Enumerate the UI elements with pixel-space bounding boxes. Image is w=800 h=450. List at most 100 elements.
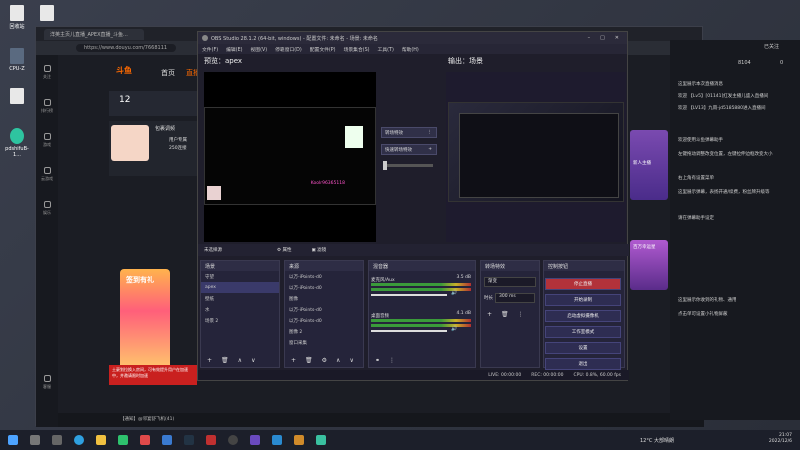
trash-icon[interactable]: 🗑 [501,311,509,318]
source-item[interactable]: 以万-iPoints-d0 [285,315,363,326]
event-banner[interactable]: 新人主播 [630,130,668,200]
app-icon[interactable] [162,435,172,445]
menu-docks[interactable]: 停靠窗口(D) [275,46,302,53]
windows-start-icon[interactable] [8,435,18,445]
edge-icon[interactable] [74,435,84,445]
scene-item[interactable]: apex [201,282,279,293]
source-item[interactable]: 以万-iPoints-d0 [285,304,363,315]
add-icon[interactable]: + [207,357,212,364]
folder-icon[interactable] [96,435,106,445]
move-up-icon[interactable]: ∧ [336,357,340,364]
promo-banner[interactable]: 签到有礼 [120,269,170,374]
weather-widget[interactable]: 12°C 大部晴朗 [640,437,674,444]
virtual-camera-button[interactable]: 启动虚拟摄像机 [545,310,621,322]
volume-slider[interactable] [371,294,447,296]
wechat-icon[interactable] [118,435,128,445]
desktop-icon-cpuz[interactable]: CPU-Z [2,48,32,72]
program-screenshot [448,102,624,202]
gear-icon[interactable]: ⚙ [322,357,327,364]
preview-canvas[interactable]: Koolr96365118 [204,72,376,242]
menu-view[interactable]: 视图(V) [250,46,267,53]
transition-button[interactable]: 转场特效 ⋮ [381,127,437,138]
address-input[interactable]: https://www.douyu.com/7668111 [76,44,176,52]
desktop-icon-file[interactable] [32,5,62,23]
settings-button[interactable]: 设置 [545,342,621,354]
link-icon[interactable]: ⚭ [375,357,380,364]
app-icon [10,128,24,144]
avatar[interactable] [111,125,149,161]
trash-icon[interactable]: 🗑 [305,357,313,364]
sidebar-item-follow[interactable]: 关注 [36,55,58,89]
properties-button[interactable]: ⚙ 属性 [277,247,291,253]
menu-file[interactable]: 文件(F) [202,46,218,53]
quick-transition-button[interactable]: 快速转场特效 + [381,144,437,155]
transition-slider[interactable] [383,161,433,170]
menu-tools[interactable]: 工具(T) [378,46,394,53]
event-banner[interactable]: 百万幸运星 [630,240,668,290]
app-icon[interactable] [272,435,282,445]
menu-help[interactable]: 帮助(H) [402,46,419,53]
move-down-icon[interactable]: ∨ [349,357,353,364]
game-icon[interactable] [206,435,216,445]
maximize-icon[interactable]: □ [600,35,605,41]
close-icon[interactable]: ✕ [615,35,619,41]
filters-button[interactable]: ▣ 滤镜 [311,247,326,253]
menu-edit[interactable]: 编辑(E) [226,46,242,53]
search-icon[interactable] [30,435,40,445]
source-item[interactable]: 以万-iPoints-d0 [285,282,363,293]
transition-select[interactable]: 渐变 [484,277,536,287]
sidebar-item-entertainment[interactable]: 娱乐 [36,191,58,225]
add-icon[interactable]: + [291,357,296,364]
scene-item[interactable]: 场景 2 [201,315,279,326]
sidebar-item-game[interactable]: 游戏 [36,123,58,157]
nav-home[interactable]: 首页 [161,68,175,78]
sidebar-item-rank[interactable]: 排行榜 [36,89,58,123]
menu-scene-collection[interactable]: 场景集合(S) [344,46,370,53]
volume-meter [371,283,471,286]
source-item[interactable]: 以万-iPoints-d0 [285,271,363,282]
app-icon[interactable] [140,435,150,445]
source-item[interactable]: 图像 [285,293,363,304]
slider-handle[interactable] [383,161,387,170]
more-icon[interactable]: ⋮ [518,311,524,318]
obs-statusbar: LIVE: 00:00:00 REC: 00:00:00 CPU: 0.8%, … [198,370,629,380]
douyu-logo[interactable]: 斗鱼 [116,65,132,76]
desktop-icon-recycle-bin[interactable]: 回收站 [2,5,32,30]
clock[interactable]: 21:07 2022/12/6 [769,433,792,445]
steam-icon[interactable] [184,435,194,445]
more-icon[interactable]: ⋮ [389,357,395,364]
source-item[interactable]: 图像 2 [285,326,363,337]
move-down-icon[interactable]: ∨ [251,357,255,364]
move-up-icon[interactable]: ∧ [238,357,242,364]
speaker-icon[interactable]: 🔊 [451,326,457,332]
app-icon[interactable] [250,435,260,445]
duration-input[interactable]: 300 ms [495,293,535,303]
browser-tab[interactable]: 洋英主页儿直播_APEX直播_斗鱼... [44,28,144,40]
app-icon[interactable] [294,435,304,445]
add-icon[interactable]: + [487,311,492,318]
task-view-icon[interactable] [52,435,62,445]
minimize-icon[interactable]: – [588,35,591,41]
volume-slider[interactable] [371,330,447,332]
sidebar-item-cloud-game[interactable]: 云游戏 [36,157,58,191]
studio-mode-button[interactable]: 工作室模式 [545,326,621,338]
speaker-icon[interactable]: 🔊 [451,290,457,296]
bottom-bar: 【通知】@邻宴舒飞机(41) [58,413,704,427]
scene-item[interactable]: 守望 [201,271,279,282]
desktop-icon-doc[interactable] [2,88,32,106]
program-canvas[interactable] [446,72,626,242]
sidebar-item-service[interactable]: 客服 [36,365,58,399]
follow-status[interactable]: 已关注 [764,43,779,50]
start-recording-button[interactable]: 开始录制 [545,294,621,306]
menu-profile[interactable]: 配置文件(P) [310,46,336,53]
trash-icon[interactable]: 🗑 [221,357,229,364]
source-item[interactable]: 窗口采集 [285,337,363,348]
stop-streaming-button[interactable]: 停止直播 [545,278,621,290]
scene-item[interactable]: 壁纸 [201,293,279,304]
app-icon[interactable] [316,435,326,445]
scene-item[interactable]: 水 [201,304,279,315]
obs-icon[interactable] [228,435,238,445]
exit-button[interactable]: 退出 [545,358,621,370]
desktop-icon-app[interactable]: pdshifuB-1... [2,128,32,158]
gamepad-icon [43,132,51,140]
